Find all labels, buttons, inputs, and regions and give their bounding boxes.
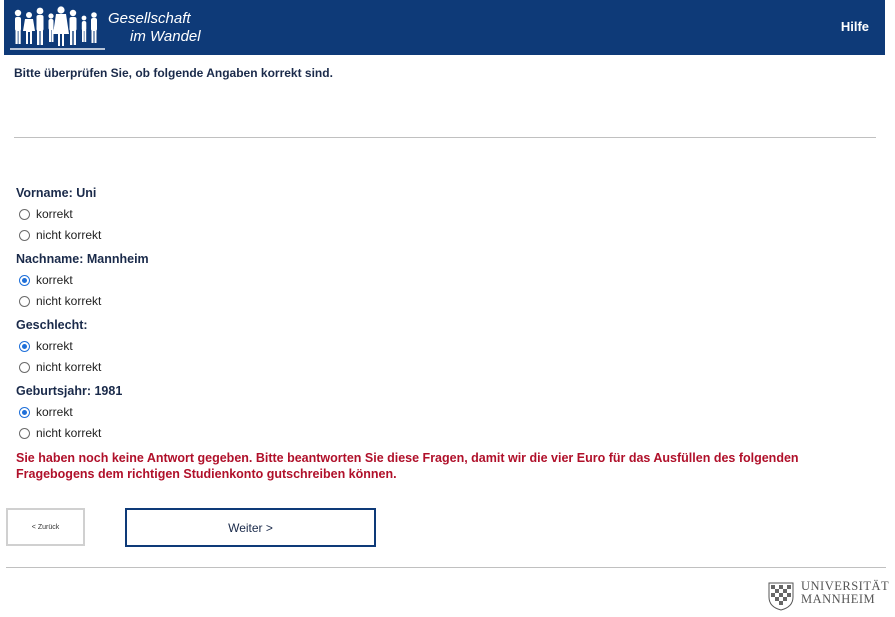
error-message: Sie haben noch keine Antwort gegeben. Bi… (16, 451, 799, 481)
radio-label: nicht korrekt (36, 228, 102, 242)
radio-label: nicht korrekt (36, 360, 102, 374)
universitaet-mannheim-logo: UNIVERSITÄT MANNHEIM (765, 577, 889, 613)
radio-option-nachname-korrekt[interactable]: korrekt (19, 273, 73, 287)
question-label-geschlecht: Geschlecht: (16, 318, 88, 332)
radio-button[interactable] (19, 208, 30, 220)
radio-button-selected[interactable] (19, 274, 30, 286)
radio-option-nachname-nicht-korrekt[interactable]: nicht korrekt (19, 294, 101, 308)
radio-label: korrekt (36, 339, 73, 353)
intro-text: Bitte überprüfen Sie, ob folgende Angabe… (14, 66, 333, 80)
radio-option-vorname-nicht-korrekt[interactable]: nicht korrekt (19, 228, 101, 242)
logo-text-line1: Gesellschaft (108, 10, 191, 27)
radio-label: nicht korrekt (36, 294, 102, 308)
gesellschaft-im-wandel-logo: Gesellschaft im Wandel (10, 4, 210, 52)
radio-button-selected[interactable] (19, 406, 30, 418)
radio-button[interactable] (19, 295, 30, 307)
next-button[interactable]: Weiter > (125, 508, 376, 547)
radio-option-geschlecht-korrekt[interactable]: korrekt (19, 339, 73, 353)
university-crest-icon (768, 582, 794, 611)
back-button[interactable]: < Zurück (6, 508, 85, 546)
header-bar: Gesellschaft im Wandel Hilfe (4, 0, 885, 55)
question-label-vorname: Vorname: Uni (16, 186, 97, 200)
question-label-geburtsjahr: Geburtsjahr: 1981 (16, 384, 123, 398)
radio-option-geschlecht-nicht-korrekt[interactable]: nicht korrekt (19, 360, 101, 374)
question-label-nachname: Nachname: Mannheim (16, 252, 149, 266)
radio-option-vorname-korrekt[interactable]: korrekt (19, 207, 73, 221)
university-name: UNIVERSITÄT MANNHEIM (801, 580, 889, 606)
radio-label: korrekt (36, 273, 73, 287)
radio-button[interactable] (19, 427, 30, 439)
radio-label: korrekt (36, 405, 73, 419)
radio-label: nicht korrekt (36, 426, 102, 440)
help-link[interactable]: Hilfe (841, 19, 869, 34)
footer-divider (6, 567, 886, 568)
divider (14, 137, 876, 138)
logo-text-line2: im Wandel (130, 28, 201, 45)
university-name-line2: MANNHEIM (801, 592, 876, 606)
people-silhouettes-icon (10, 6, 105, 50)
radio-button[interactable] (19, 361, 30, 373)
radio-button[interactable] (19, 229, 30, 241)
radio-button-selected[interactable] (19, 340, 30, 352)
radio-label: korrekt (36, 207, 73, 221)
radio-option-geburtsjahr-korrekt[interactable]: korrekt (19, 405, 73, 419)
radio-option-geburtsjahr-nicht-korrekt[interactable]: nicht korrekt (19, 426, 101, 440)
